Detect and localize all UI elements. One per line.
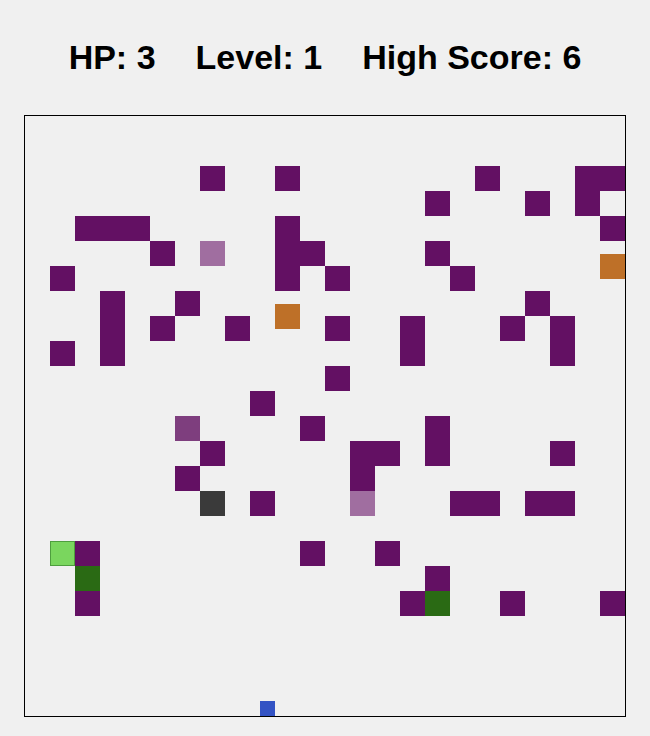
board-cell	[500, 591, 525, 616]
board-cell	[250, 391, 275, 416]
board-cell	[425, 441, 450, 466]
board-cell	[275, 241, 300, 266]
board-cell	[250, 491, 275, 516]
board-cell	[300, 416, 325, 441]
board-cell	[225, 316, 250, 341]
board-cell	[275, 216, 300, 241]
board-cell	[425, 191, 450, 216]
board-cell	[500, 316, 525, 341]
board-cell	[200, 441, 225, 466]
board-cell	[275, 304, 300, 329]
board-cell	[100, 341, 125, 366]
board-cell	[425, 566, 450, 591]
board-cell	[550, 341, 575, 366]
board-cell	[75, 591, 100, 616]
hud-stat: High Score: 6	[362, 40, 581, 74]
board-cell	[175, 291, 200, 316]
board-cell	[150, 316, 175, 341]
board-cell	[600, 216, 625, 241]
hud-stat: HP: 3	[69, 40, 156, 74]
board-cell	[350, 441, 375, 466]
board-cell	[275, 266, 300, 291]
board-cell	[300, 541, 325, 566]
board-cell	[425, 241, 450, 266]
board-cell	[350, 466, 375, 491]
board-cell	[50, 341, 75, 366]
board-cell	[50, 541, 75, 566]
board-cell	[150, 241, 175, 266]
board-cell	[450, 266, 475, 291]
board-cell	[525, 491, 550, 516]
board-cell	[600, 254, 625, 279]
board-cell	[550, 316, 575, 341]
game-board[interactable]	[24, 115, 626, 717]
board-cell	[100, 216, 125, 241]
board-cell	[550, 491, 575, 516]
board-cell	[600, 591, 625, 616]
board-cell	[575, 191, 600, 216]
board-cell	[400, 341, 425, 366]
board-cell	[50, 266, 75, 291]
game-screen: HP: 3 Level: 1 High Score: 6	[0, 0, 650, 736]
board-cell	[100, 316, 125, 341]
board-cell	[525, 191, 550, 216]
board-cell	[375, 541, 400, 566]
board-cell	[75, 216, 100, 241]
board-cell	[600, 166, 625, 191]
board-cell	[325, 366, 350, 391]
board-cell	[425, 416, 450, 441]
board-cell	[275, 166, 300, 191]
board-cell	[200, 491, 225, 516]
hud: HP: 3 Level: 1 High Score: 6	[0, 0, 650, 115]
board-cell	[75, 541, 100, 566]
board-cell	[350, 491, 375, 516]
board-cell	[400, 591, 425, 616]
board-cell	[400, 316, 425, 341]
board-cell	[450, 491, 475, 516]
board-cell	[325, 316, 350, 341]
board-cell	[100, 291, 125, 316]
board-cell	[550, 441, 575, 466]
player	[260, 701, 275, 716]
board-cell	[175, 416, 200, 441]
board-cell	[200, 166, 225, 191]
board-cell	[125, 216, 150, 241]
hud-stat: Level: 1	[196, 40, 323, 74]
board-cell	[375, 441, 400, 466]
board-cell	[525, 291, 550, 316]
board-cell	[325, 266, 350, 291]
board-cell	[475, 166, 500, 191]
board-cell	[175, 466, 200, 491]
board-cell	[575, 166, 600, 191]
board-cell	[75, 566, 100, 591]
board-cell	[200, 241, 225, 266]
board-cell	[300, 241, 325, 266]
board-cell	[425, 591, 450, 616]
board-cell	[475, 491, 500, 516]
